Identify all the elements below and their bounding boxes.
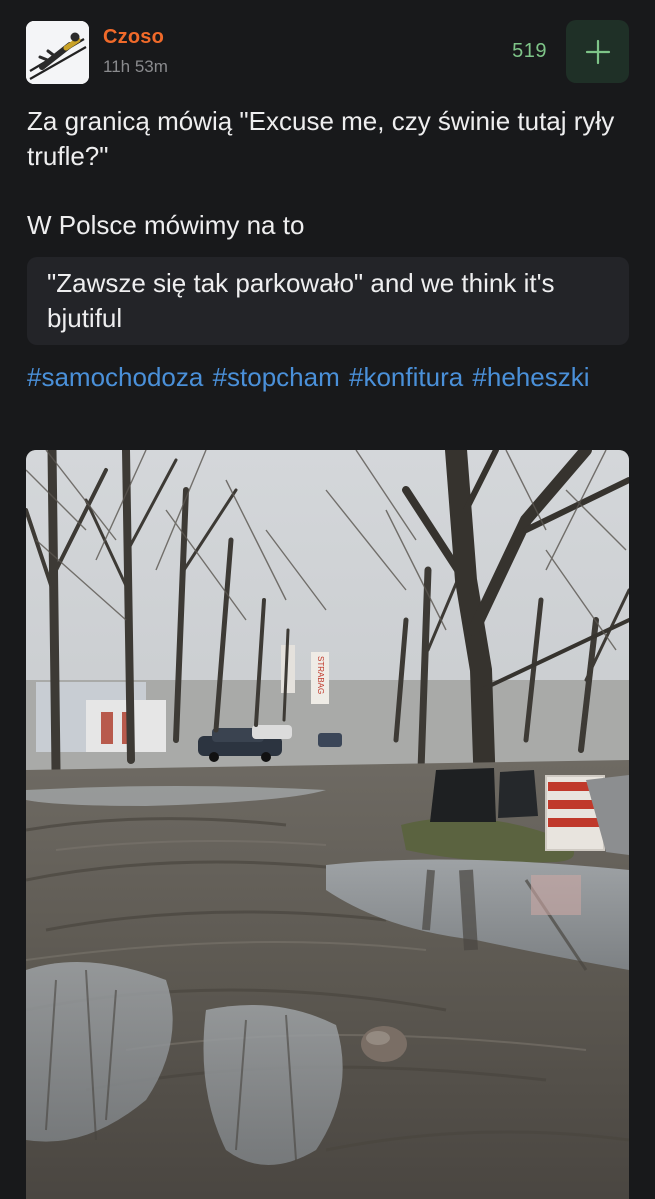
vote-score: 519 bbox=[512, 40, 547, 62]
tag-link[interactable]: #heheszki bbox=[472, 362, 589, 392]
ski-jumper-avatar-icon bbox=[26, 21, 89, 84]
post-text-line-2: W Polsce mówimy na to bbox=[27, 210, 305, 240]
post-text-line-1: Za granicą mówią "Excuse me, czy świnie … bbox=[27, 106, 615, 171]
author-name[interactable]: Czoso bbox=[103, 26, 164, 49]
quote-block: "Zawsze się tak parkowało" and we think … bbox=[27, 257, 629, 345]
tag-link[interactable]: #konfitura bbox=[349, 362, 463, 392]
post-time: 11h 53m bbox=[103, 57, 168, 76]
plus-icon bbox=[585, 39, 610, 64]
tag-link[interactable]: #stopcham bbox=[213, 362, 340, 392]
tag-link[interactable]: #samochodoza bbox=[27, 362, 203, 392]
tag-list: #samochodoza #stopcham #konfitura #hehes… bbox=[27, 359, 627, 395]
post-photo[interactable]: STRABAG bbox=[26, 450, 629, 1199]
post-card: Czoso 11h 53m 519 Za granicą mówią "Excu… bbox=[0, 0, 655, 1199]
muddy-street-photo: STRABAG bbox=[26, 450, 629, 1199]
avatar[interactable] bbox=[26, 21, 89, 84]
photo-sign-text: STRABAG bbox=[316, 656, 325, 694]
upvote-button[interactable] bbox=[566, 20, 629, 83]
